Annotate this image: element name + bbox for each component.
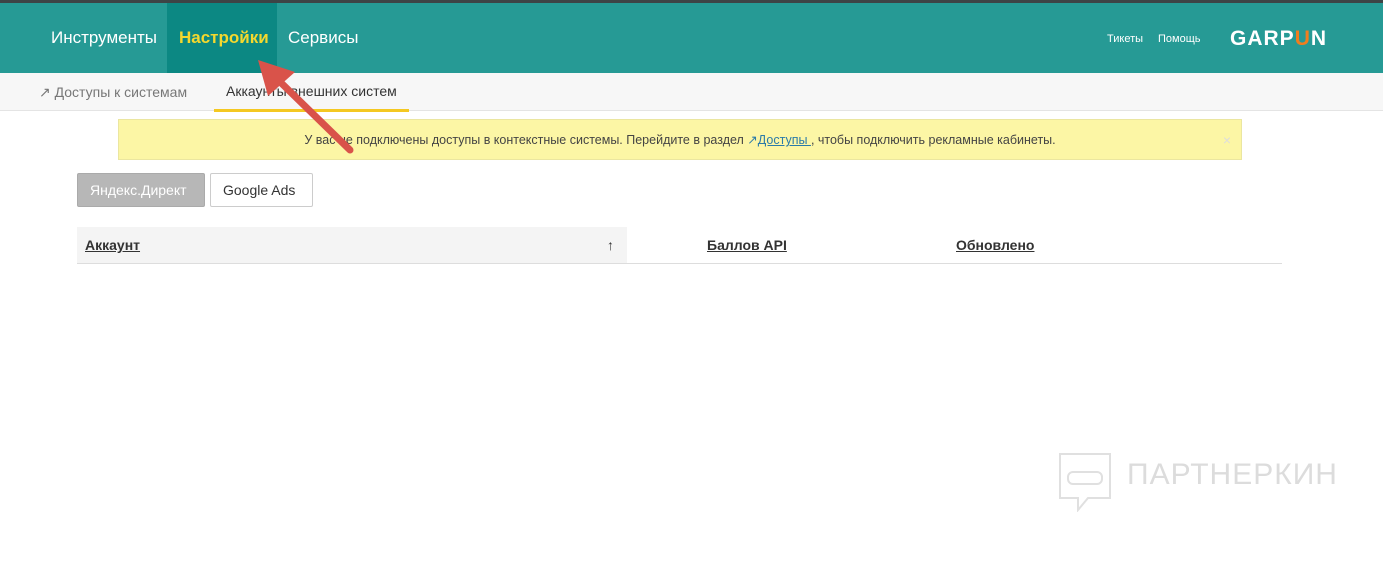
annotation-arrow (258, 60, 354, 154)
